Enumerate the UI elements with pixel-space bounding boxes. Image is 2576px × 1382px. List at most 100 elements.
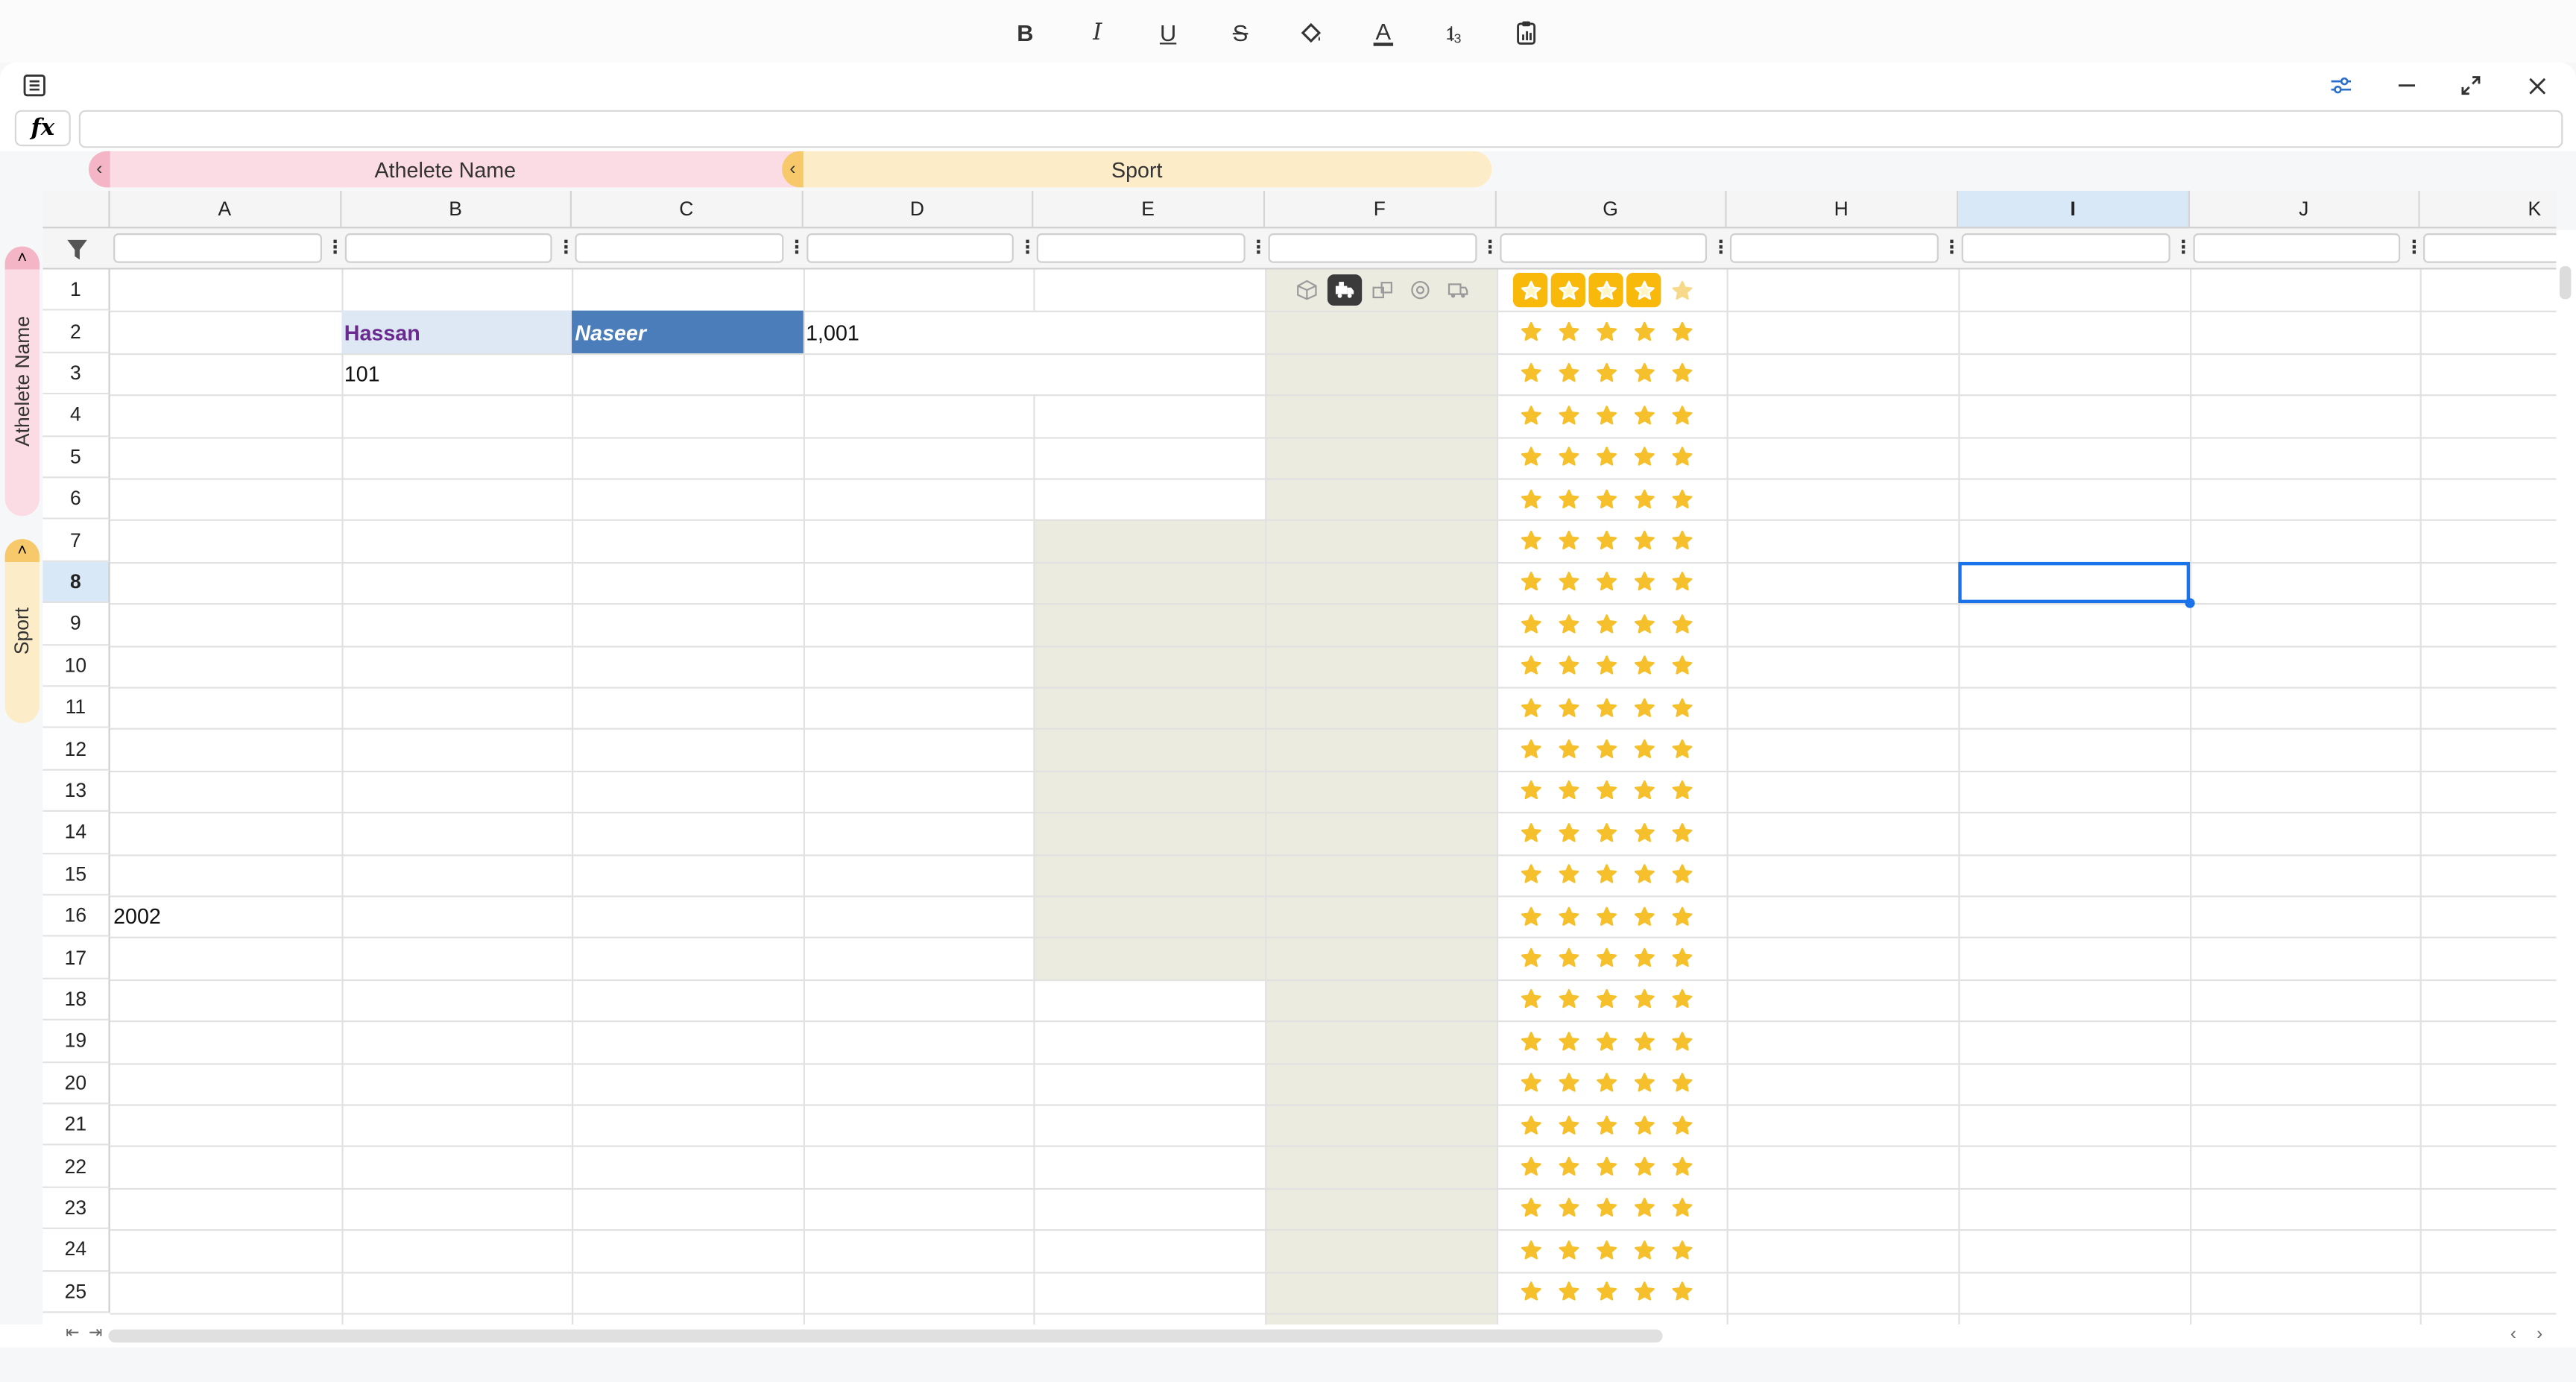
column-header-g[interactable]: G (1495, 190, 1727, 229)
star-rating[interactable] (1496, 312, 1727, 353)
star-icon[interactable] (1632, 488, 1655, 511)
star-icon[interactable] (1670, 488, 1693, 511)
star-rating[interactable] (1496, 479, 1727, 520)
star-rating[interactable] (1496, 270, 1727, 312)
star-rating[interactable] (1496, 1062, 1727, 1104)
underline-button[interactable]: U (1150, 15, 1186, 51)
column-header-k[interactable]: K (2419, 190, 2557, 229)
star-rating[interactable] (1496, 1187, 1727, 1229)
star-rating[interactable] (1496, 1104, 1727, 1146)
filter-input-g[interactable] (1499, 233, 1708, 263)
star-icon[interactable] (1556, 613, 1579, 636)
star-icon[interactable] (1670, 1072, 1693, 1095)
star-icon[interactable] (1556, 488, 1579, 511)
row-header-20[interactable]: 20 (42, 1062, 110, 1105)
column-header-a[interactable]: A (110, 190, 341, 229)
column-header-h[interactable]: H (1726, 190, 1958, 229)
star-icon[interactable] (1594, 947, 1617, 970)
filter-input-j[interactable] (2192, 233, 2401, 263)
star-icon[interactable] (1594, 1239, 1617, 1262)
filter-input-k[interactable] (2423, 233, 2557, 263)
cell-d2[interactable]: 1,001 (803, 312, 1034, 353)
star-icon[interactable] (1519, 905, 1542, 928)
star-icon[interactable] (1519, 821, 1542, 845)
star-icon[interactable] (1556, 821, 1579, 845)
filter-icon[interactable] (66, 239, 89, 262)
star-icon[interactable] (1670, 362, 1693, 385)
star-icon[interactable] (1556, 696, 1579, 719)
star-icon[interactable] (1556, 1281, 1579, 1304)
star-icon[interactable] (1594, 738, 1617, 761)
star-icon[interactable] (1519, 279, 1542, 302)
star-icon[interactable] (1632, 738, 1655, 761)
font-color-button[interactable]: A (1366, 15, 1401, 51)
star-rating[interactable] (1496, 645, 1727, 687)
star-icon[interactable] (1556, 279, 1579, 302)
star-icon[interactable] (1670, 863, 1693, 886)
star-icon[interactable] (1632, 654, 1655, 678)
star-icon[interactable] (1556, 446, 1579, 469)
star-icon[interactable] (1519, 738, 1542, 761)
star-icon[interactable] (1556, 1239, 1579, 1262)
star-rating[interactable] (1496, 687, 1727, 728)
column-header-e[interactable]: E (1033, 190, 1265, 229)
star-icon[interactable] (1519, 404, 1542, 427)
star-rating[interactable] (1496, 979, 1727, 1020)
horizontal-scroll-thumb[interactable] (108, 1329, 1663, 1343)
star-icon[interactable] (1632, 446, 1655, 469)
star-icon[interactable] (1594, 404, 1617, 427)
star-icon[interactable] (1556, 654, 1579, 678)
delivery-truck-active-status-button[interactable] (1327, 274, 1363, 306)
star-rating[interactable] (1496, 437, 1727, 479)
collapse-athlete-group-button[interactable]: ‹ (89, 151, 110, 188)
star-icon[interactable] (1519, 613, 1542, 636)
row-group-athlete-name[interactable]: ˄ Athelete Name (4, 246, 40, 517)
row-header-21[interactable]: 21 (42, 1104, 110, 1146)
row-header-18[interactable]: 18 (42, 979, 110, 1021)
star-icon[interactable] (1594, 446, 1617, 469)
row-header-6[interactable]: 6 (42, 478, 110, 520)
cancelled-circle-status-button[interactable] (1403, 274, 1437, 306)
star-icon[interactable] (1594, 571, 1617, 594)
star-icon[interactable] (1670, 529, 1693, 552)
cell-b2[interactable]: Hassan (341, 311, 572, 353)
star-icon[interactable] (1632, 1072, 1655, 1095)
row-header-12[interactable]: 12 (42, 728, 110, 771)
star-icon[interactable] (1519, 988, 1542, 1012)
star-icon[interactable] (1556, 529, 1579, 552)
minimize-button[interactable] (2392, 71, 2422, 101)
scroll-last-icon[interactable]: ⇥ (89, 1325, 102, 1342)
star-icon[interactable] (1670, 1114, 1693, 1137)
row-header-10[interactable]: 10 (42, 645, 110, 687)
star-rating[interactable] (1496, 1146, 1727, 1187)
star-icon[interactable] (1594, 1072, 1617, 1095)
star-icon[interactable] (1556, 1114, 1579, 1137)
star-rating[interactable] (1496, 770, 1727, 812)
function-button[interactable]: fx (14, 110, 71, 147)
star-icon[interactable] (1594, 529, 1617, 552)
star-icon[interactable] (1670, 696, 1693, 719)
star-icon[interactable] (1594, 780, 1617, 803)
star-icon[interactable] (1556, 863, 1579, 886)
row-header-13[interactable]: 13 (42, 770, 110, 813)
column-header-j[interactable]: J (2188, 190, 2420, 229)
column-menu-icon[interactable]: ⋮ (1481, 239, 1499, 258)
bold-button[interactable]: B (1007, 15, 1043, 51)
star-icon[interactable] (1519, 1155, 1542, 1179)
scroll-left-icon[interactable]: ‹ (2510, 1325, 2516, 1344)
sheet-list-button[interactable] (19, 71, 49, 101)
star-icon[interactable] (1519, 488, 1542, 511)
row-header-23[interactable]: 23 (42, 1187, 110, 1230)
star-icon[interactable] (1556, 1155, 1579, 1179)
row-header-15[interactable]: 15 (42, 854, 110, 896)
row-header-3[interactable]: 3 (42, 353, 110, 395)
row-header-4[interactable]: 4 (42, 394, 110, 437)
filter-input-f[interactable] (1268, 233, 1477, 263)
star-icon[interactable] (1670, 947, 1693, 970)
star-icon[interactable] (1594, 821, 1617, 845)
strikethrough-button[interactable]: S (1222, 15, 1258, 51)
star-icon[interactable] (1670, 446, 1693, 469)
star-icon[interactable] (1670, 404, 1693, 427)
row-group-sport[interactable]: ˄ Sport (4, 539, 40, 723)
star-icon[interactable] (1594, 988, 1617, 1012)
